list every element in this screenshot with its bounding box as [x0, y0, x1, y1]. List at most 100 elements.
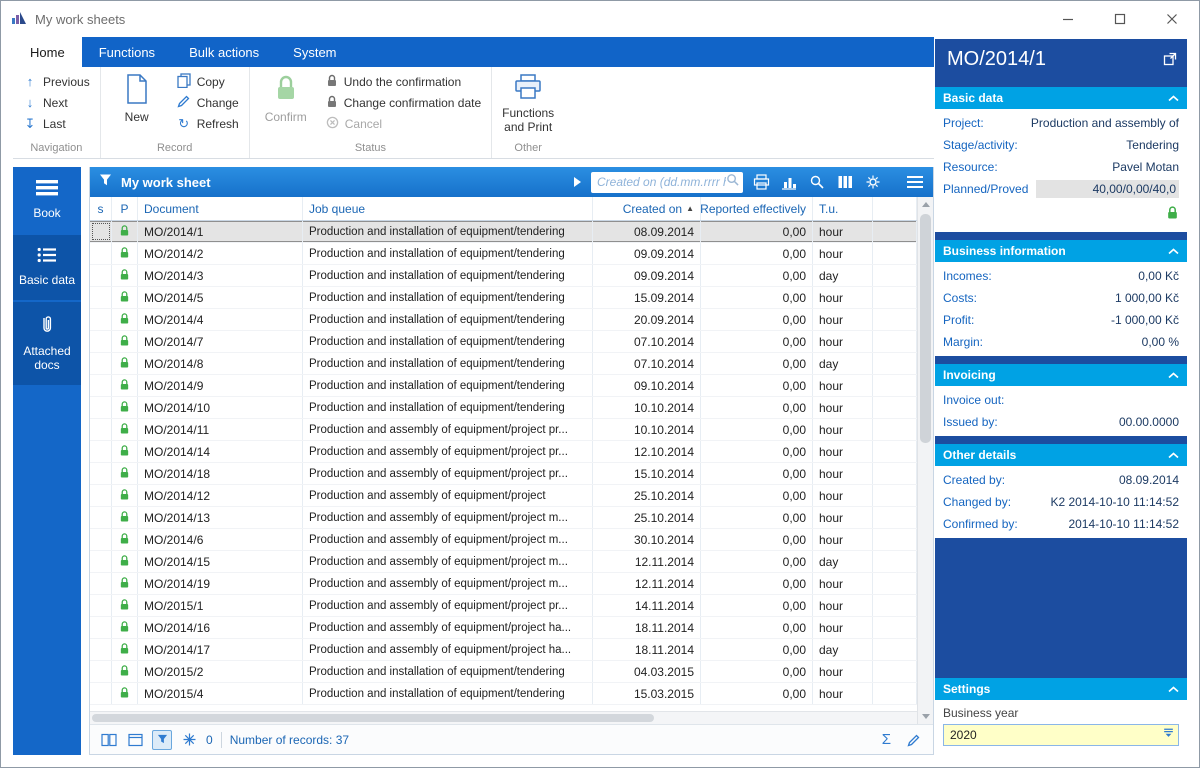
change-button[interactable]: Change [173, 92, 243, 113]
table-row[interactable]: MO/2014/2 Production and installation of… [90, 243, 917, 265]
filter-toggle[interactable] [152, 729, 172, 750]
horizontal-scrollbar[interactable] [90, 711, 917, 724]
tab-functions[interactable]: Functions [82, 37, 172, 67]
sidebar-item-attached-docs[interactable]: Attached docs [13, 301, 81, 385]
column-header-reported[interactable]: Reported effectively [701, 197, 813, 220]
column-header-tu[interactable]: T.u. [813, 197, 873, 220]
scroll-up-button[interactable] [918, 197, 933, 212]
previous-button[interactable]: ↑ Previous [19, 71, 94, 92]
section-header-settings[interactable]: Settings [935, 678, 1187, 700]
table-row[interactable]: MO/2014/8 Production and installation of… [90, 353, 917, 375]
sidebar-item-basic-data[interactable]: Basic data [13, 234, 81, 300]
table-row[interactable]: MO/2014/7 Production and installation of… [90, 331, 917, 353]
app-window: My work sheets Home Functions Bulk actio… [0, 0, 1200, 768]
cell-created-on: 09.10.2014 [593, 375, 701, 396]
search-icon[interactable] [726, 173, 739, 191]
section-title: Basic data [943, 91, 1004, 105]
functions-and-print-button[interactable]: Functions and Print [498, 71, 558, 134]
maximize-button[interactable] [1111, 10, 1129, 28]
table-row[interactable]: MO/2014/14 Production and assembly of eq… [90, 441, 917, 463]
section-header-invoicing[interactable]: Invoicing [935, 364, 1187, 386]
hscroll-thumb[interactable] [92, 714, 655, 722]
table-row[interactable]: MO/2014/6 Production and assembly of equ… [90, 529, 917, 551]
section-header-business-information[interactable]: Business information [935, 240, 1187, 262]
cell-reported: 0,00 [701, 485, 813, 506]
column-header-p[interactable]: P [112, 197, 138, 220]
table-row[interactable]: MO/2014/13 Production and assembly of eq… [90, 507, 917, 529]
column-header-document[interactable]: Document [138, 197, 303, 220]
table-row[interactable]: MO/2014/17 Production and assembly of eq… [90, 639, 917, 661]
lock-icon [119, 312, 130, 328]
tab-system[interactable]: System [276, 37, 353, 67]
lock-icon [119, 290, 130, 306]
cell-reported: 0,00 [701, 309, 813, 330]
print-icon[interactable] [751, 172, 771, 192]
section-header-basic-data[interactable]: Basic data [935, 87, 1187, 109]
popout-icon[interactable] [1163, 52, 1177, 66]
scroll-down-button[interactable] [918, 709, 933, 724]
dropdown-icon[interactable] [1162, 726, 1175, 744]
lookup-icon[interactable] [807, 172, 827, 192]
cell-reported: 0,00 [701, 463, 813, 484]
table-row[interactable]: MO/2014/3 Production and installation of… [90, 265, 917, 287]
table-row[interactable]: MO/2015/4 Production and installation of… [90, 683, 917, 705]
auto-refresh-icon[interactable] [180, 731, 198, 749]
table-row[interactable]: MO/2014/11 Production and assembly of eq… [90, 419, 917, 441]
new-button[interactable]: New [107, 71, 167, 125]
table-row[interactable]: MO/2014/16 Production and assembly of eq… [90, 617, 917, 639]
pencil-icon [177, 94, 191, 111]
sidebar-item-book[interactable]: Book [13, 167, 81, 233]
cell-reported: 0,00 [701, 551, 813, 572]
settings-gear-icon[interactable] [863, 172, 883, 192]
tab-bulk-actions[interactable]: Bulk actions [172, 37, 276, 67]
edit-pencil-icon[interactable] [905, 731, 923, 749]
table-row[interactable]: MO/2015/1 Production and assembly of equ… [90, 595, 917, 617]
sidebar-item-book-label: Book [33, 206, 61, 221]
chart-icon[interactable] [779, 172, 799, 192]
lock-icon [119, 510, 130, 526]
search-input[interactable] [597, 175, 726, 189]
close-button[interactable] [1163, 10, 1181, 28]
table-row[interactable]: MO/2014/19 Production and assembly of eq… [90, 573, 917, 595]
minimize-button[interactable] [1059, 10, 1077, 28]
table-row[interactable]: MO/2014/15 Production and assembly of eq… [90, 551, 917, 573]
columns-icon[interactable] [835, 172, 855, 192]
book-view-icon[interactable] [100, 731, 118, 749]
last-button[interactable]: ↧ Last [19, 113, 94, 134]
section-invoicing: Invoicing Invoice out: Issued by: 00.00.00… [935, 364, 1187, 436]
table-row[interactable]: MO/2014/4 Production and installation of… [90, 309, 917, 331]
undo-confirmation-button[interactable]: Undo the confirmation [322, 71, 485, 92]
detail-field: Confirmed by: 2014-10-10 11:14:52 [943, 513, 1179, 535]
business-year-label: Business year [943, 706, 1019, 720]
table-row[interactable]: MO/2014/5 Production and installation of… [90, 287, 917, 309]
table-row[interactable]: MO/2014/1 Production and installation of… [90, 221, 917, 243]
lock-icon [119, 686, 130, 702]
next-button[interactable]: ↓ Next [19, 92, 94, 113]
vertical-scrollbar[interactable] [917, 197, 933, 724]
copy-button[interactable]: Copy [173, 71, 243, 92]
tab-home[interactable]: Home [13, 37, 82, 67]
column-header-created-on[interactable]: Created on ▲ [593, 197, 701, 220]
section-header-other-details[interactable]: Other details [935, 444, 1187, 466]
change-confirmation-date-button[interactable]: Change confirmation date [322, 92, 485, 113]
column-header-s[interactable]: s [90, 197, 112, 220]
business-year-combobox[interactable]: 2020 [943, 724, 1179, 746]
sum-icon[interactable]: Σ [882, 731, 891, 748]
table-row[interactable]: MO/2015/2 Production and installation of… [90, 661, 917, 683]
run-filter-icon[interactable] [574, 177, 581, 187]
column-header-job-queue[interactable]: Job queue [303, 197, 593, 220]
table-row[interactable]: MO/2014/18 Production and assembly of eq… [90, 463, 917, 485]
card-view-icon[interactable] [126, 731, 144, 749]
lock-icon [119, 598, 130, 614]
menu-icon[interactable] [905, 172, 925, 192]
table-row[interactable]: MO/2014/12 Production and assembly of eq… [90, 485, 917, 507]
cell-job-queue: Production and assembly of equipment/pro… [303, 463, 593, 484]
cancel-button[interactable]: Cancel [322, 113, 485, 134]
filter-funnel-icon[interactable] [98, 173, 113, 192]
table-row[interactable]: MO/2014/9 Production and installation of… [90, 375, 917, 397]
refresh-button[interactable]: ↻ Refresh [173, 113, 243, 134]
field-value: 0,00 % [1141, 335, 1179, 349]
confirm-button[interactable]: Confirm [256, 71, 316, 125]
vscroll-thumb[interactable] [920, 214, 931, 443]
table-row[interactable]: MO/2014/10 Production and installation o… [90, 397, 917, 419]
